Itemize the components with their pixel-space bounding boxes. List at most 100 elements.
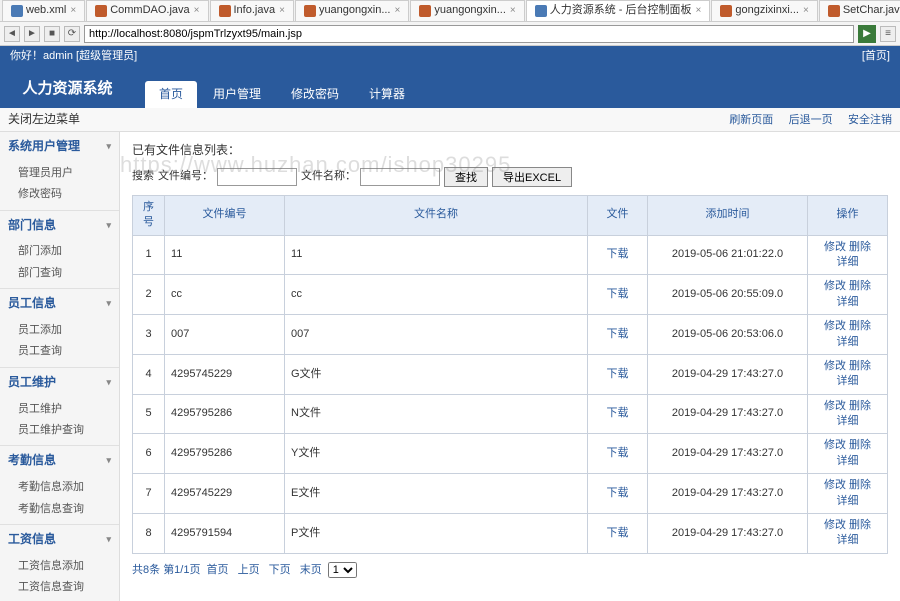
detail-link[interactable]: 详细	[837, 534, 859, 546]
detail-link[interactable]: 详细	[837, 495, 859, 507]
ide-tab[interactable]: Info.java×	[210, 0, 294, 20]
logout-link[interactable]: 安全注销	[848, 114, 892, 126]
ide-tab[interactable]: 人力资源系统 - 后台控制面板×	[526, 0, 711, 20]
detail-link[interactable]: 详细	[837, 256, 859, 268]
search-button[interactable]: 查找	[444, 167, 488, 187]
delete-link[interactable]: 删除	[849, 320, 871, 332]
download-link[interactable]: 下载	[607, 527, 629, 539]
nav-back-icon[interactable]: ◄	[4, 26, 20, 42]
sidebar-group-header[interactable]: 员工信息▾	[0, 289, 119, 318]
download-link[interactable]: 下载	[607, 368, 629, 380]
sidebar-group-header[interactable]: 考勤信息▾	[0, 446, 119, 475]
close-icon[interactable]: ×	[194, 4, 200, 18]
edit-link[interactable]: 修改	[824, 439, 846, 451]
home-link[interactable]: [首页]	[862, 49, 890, 64]
collapse-sidebar-link[interactable]: 关闭左边菜单	[8, 111, 80, 128]
refresh-link[interactable]: 刷新页面	[729, 114, 773, 126]
edit-link[interactable]: 修改	[824, 360, 846, 372]
delete-link[interactable]: 删除	[849, 280, 871, 292]
cell-idx: 6	[133, 434, 165, 474]
nav-refresh-icon[interactable]: ⟳	[64, 26, 80, 42]
delete-link[interactable]: 删除	[849, 519, 871, 531]
ide-tab-label: Info.java	[234, 3, 276, 18]
delete-link[interactable]: 删除	[849, 241, 871, 253]
sidebar-item[interactable]: 部门添加	[0, 241, 119, 262]
delete-link[interactable]: 删除	[849, 400, 871, 412]
edit-link[interactable]: 修改	[824, 320, 846, 332]
main-tab[interactable]: 用户管理	[199, 81, 275, 108]
nav-stop-icon[interactable]: ■	[44, 26, 60, 42]
sidebar-item[interactable]: 员工维护查询	[0, 420, 119, 441]
search-input-no[interactable]	[217, 168, 297, 186]
detail-link[interactable]: 详细	[837, 336, 859, 348]
main-tab[interactable]: 修改密码	[277, 81, 353, 108]
pager-next[interactable]: 下页	[269, 564, 291, 576]
nav-fwd-icon[interactable]: ►	[24, 26, 40, 42]
ide-tab[interactable]: web.xml×	[2, 0, 85, 20]
delete-link[interactable]: 删除	[849, 479, 871, 491]
close-icon[interactable]: ×	[395, 4, 401, 18]
main-tab[interactable]: 计算器	[355, 81, 419, 108]
sidebar-item[interactable]: 员工添加	[0, 320, 119, 341]
download-link[interactable]: 下载	[607, 487, 629, 499]
sidebar-group-header[interactable]: 系统用户管理▾	[0, 132, 119, 161]
sidebar-item[interactable]: 部门查询	[0, 263, 119, 284]
cell-time: 2019-05-06 21:01:22.0	[648, 235, 808, 275]
detail-link[interactable]: 详细	[837, 296, 859, 308]
download-link[interactable]: 下载	[607, 288, 629, 300]
sidebar-item[interactable]: 员工查询	[0, 341, 119, 362]
download-link[interactable]: 下载	[607, 407, 629, 419]
sidebar-group-header[interactable]: 员工维护▾	[0, 368, 119, 397]
search-input-name[interactable]	[360, 168, 440, 186]
pager-first[interactable]: 首页	[207, 564, 229, 576]
close-icon[interactable]: ×	[279, 4, 285, 18]
close-icon[interactable]: ×	[803, 4, 809, 18]
edit-link[interactable]: 修改	[824, 241, 846, 253]
pager-prev[interactable]: 上页	[238, 564, 260, 576]
pager-last[interactable]: 末页	[300, 564, 322, 576]
sidebar-item[interactable]: 员工维护	[0, 399, 119, 420]
edit-link[interactable]: 修改	[824, 519, 846, 531]
detail-link[interactable]: 详细	[837, 455, 859, 467]
cell-name: N文件	[285, 394, 588, 434]
edit-link[interactable]: 修改	[824, 280, 846, 292]
export-excel-button[interactable]: 导出EXCEL	[492, 167, 572, 187]
edit-link[interactable]: 修改	[824, 400, 846, 412]
download-link[interactable]: 下载	[607, 447, 629, 459]
delete-link[interactable]: 删除	[849, 439, 871, 451]
browser-menu-icon[interactable]: ≡	[880, 26, 896, 42]
ide-tab[interactable]: yuangongxin...×	[295, 0, 409, 20]
sidebar-group-title: 系统用户管理	[8, 138, 80, 155]
pager-select[interactable]: 1	[328, 562, 357, 578]
ide-tab[interactable]: CommDAO.java×	[86, 0, 208, 20]
sidebar-item[interactable]: 考勤信息查询	[0, 499, 119, 520]
sidebar-item[interactable]: 工资信息查询	[0, 577, 119, 598]
detail-link[interactable]: 详细	[837, 415, 859, 427]
main-tab[interactable]: 首页	[145, 81, 197, 108]
download-link[interactable]: 下载	[607, 328, 629, 340]
sidebar-group-header[interactable]: 工资信息▾	[0, 525, 119, 554]
cell-no: 4295795286	[165, 394, 285, 434]
sidebar-group-title: 考勤信息	[8, 452, 56, 469]
close-icon[interactable]: ×	[696, 4, 702, 18]
ide-tab[interactable]: yuangongxin...×	[410, 0, 524, 20]
ide-tab[interactable]: gongzixinxi...×	[711, 0, 817, 20]
delete-link[interactable]: 删除	[849, 360, 871, 372]
close-icon[interactable]: ×	[510, 4, 516, 18]
go-button[interactable]: ▶	[858, 25, 876, 43]
sidebar-item[interactable]: 修改密码	[0, 184, 119, 205]
sidebar-item[interactable]: 管理员用户	[0, 163, 119, 184]
close-icon[interactable]: ×	[70, 4, 76, 18]
edit-link[interactable]: 修改	[824, 479, 846, 491]
sidebar-item[interactable]: 工资信息添加	[0, 556, 119, 577]
back-link[interactable]: 后退一页	[789, 114, 833, 126]
detail-link[interactable]: 详细	[837, 375, 859, 387]
table-row: 3007007下载2019-05-06 20:53:06.0修改 删除详细	[133, 315, 888, 355]
sidebar-item[interactable]: 考勤信息添加	[0, 477, 119, 498]
ide-tab[interactable]: SetChar.java×	[819, 0, 900, 20]
sidebar-group-header[interactable]: 部门信息▾	[0, 211, 119, 240]
file-icon	[535, 5, 547, 17]
download-link[interactable]: 下载	[607, 248, 629, 260]
url-input[interactable]	[84, 25, 854, 43]
table-row: 44295745229G文件下载2019-04-29 17:43:27.0修改 …	[133, 354, 888, 394]
